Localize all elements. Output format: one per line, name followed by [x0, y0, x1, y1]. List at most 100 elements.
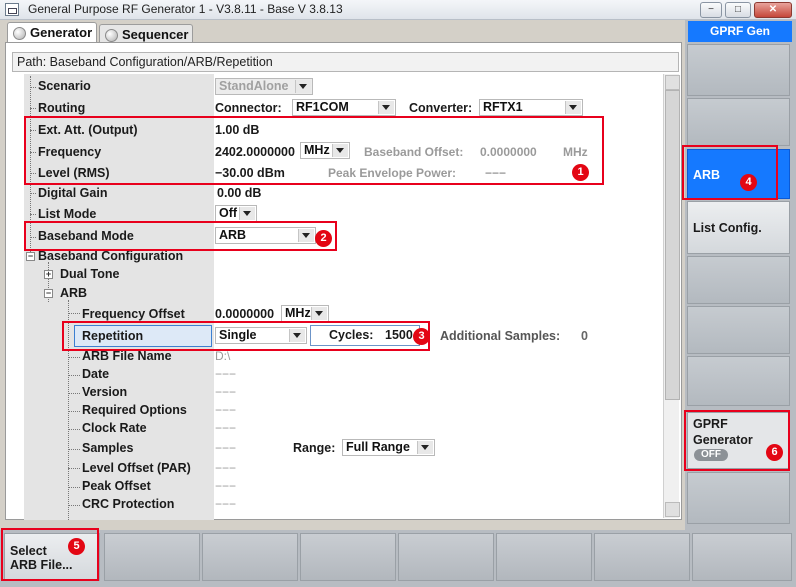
scenario-dropdown: StandAlone — [215, 78, 313, 95]
tab-generator[interactable]: Generator — [7, 22, 97, 42]
scroll-up-icon[interactable] — [665, 75, 680, 90]
softkey-empty-1[interactable] — [687, 44, 790, 96]
tree-line — [68, 375, 80, 376]
digital-gain-label: Digital Gain — [38, 186, 108, 200]
required-options-value: −−− — [215, 403, 237, 417]
annotation-box-2 — [24, 221, 337, 251]
collapse-icon[interactable]: − — [26, 252, 35, 261]
bottom-softkey-2[interactable] — [104, 533, 200, 581]
breadcrumb: Path: Baseband Configuration/ARB/Repetit… — [12, 52, 679, 72]
chevron-down-icon — [295, 80, 311, 93]
softkey-empty-3[interactable] — [687, 256, 790, 304]
path-label: Path: — [17, 55, 47, 69]
date-label: Date — [82, 367, 110, 381]
baseband-config-label: Baseband Configuration — [38, 249, 184, 263]
range-value: Full Range — [346, 440, 410, 454]
arb-file-name-value: D:\ — [215, 349, 231, 363]
minimize-button[interactable]: − — [700, 2, 722, 18]
annotation-badge-6: 6 — [766, 444, 783, 461]
tree-line — [68, 411, 80, 412]
annotation-box-3 — [62, 321, 430, 351]
scrollbar-thumb[interactable] — [665, 90, 680, 400]
bottom-softkey-5[interactable] — [398, 533, 494, 581]
level-offset-label: Level Offset (PAR) — [82, 461, 191, 475]
annotation-box-4 — [682, 145, 778, 200]
list-config-label: List Config. — [693, 221, 762, 235]
tab-sequencer[interactable]: Sequencer — [99, 24, 193, 44]
clock-rate-value: −−− — [215, 421, 237, 435]
softkey-empty-5[interactable] — [687, 356, 790, 406]
chevron-down-icon — [378, 101, 394, 114]
tree-line — [30, 193, 36, 194]
bottom-softkey-3[interactable] — [202, 533, 298, 581]
chevron-down-icon — [565, 101, 581, 114]
connector-dropdown[interactable]: RF1COM — [292, 99, 396, 116]
maximize-button[interactable]: □ — [725, 2, 751, 18]
peak-offset-label: Peak Offset — [82, 479, 151, 493]
tree-line — [68, 313, 80, 314]
version-label: Version — [82, 385, 128, 399]
additional-samples-value: 0 — [581, 329, 588, 343]
bottom-softkey-4[interactable] — [300, 533, 396, 581]
softkey-empty-2[interactable] — [687, 98, 790, 146]
tree-line — [68, 429, 80, 430]
bottom-softkey-7[interactable] — [594, 533, 690, 581]
tree-line — [68, 449, 80, 450]
routing-label: Routing — [38, 101, 86, 115]
dual-tone-label: Dual Tone — [60, 267, 120, 281]
tab-sequencer-label: Sequencer — [122, 27, 189, 42]
vertical-scrollbar[interactable] — [663, 74, 680, 518]
tree-line — [30, 108, 36, 109]
collapse-icon[interactable]: − — [44, 289, 53, 298]
close-button[interactable]: ✕ — [754, 2, 792, 18]
app-window-icon — [5, 3, 19, 16]
radio-dot-icon — [13, 27, 26, 40]
bottom-softkey-6[interactable] — [496, 533, 592, 581]
annotation-box-5 — [1, 528, 99, 581]
range-dropdown[interactable]: Full Range — [342, 439, 435, 456]
arb-file-name-label: ARB File Name — [82, 349, 172, 363]
tree-line — [68, 393, 80, 394]
crc-protection-label: CRC Protection — [82, 497, 175, 511]
window-title: General Purpose RF Generator 1 - V3.8.11… — [28, 2, 343, 16]
connector-label: Connector: — [215, 101, 282, 115]
frequency-offset-unit-dropdown[interactable]: MHz — [281, 305, 329, 322]
annotation-badge-5: 5 — [68, 538, 85, 555]
required-options-label: Required Options — [82, 403, 187, 417]
scenario-value: StandAlone — [219, 79, 289, 93]
tree-line — [68, 468, 80, 469]
annotation-badge-2: 2 — [315, 230, 332, 247]
bottom-softkey-8[interactable] — [692, 533, 792, 581]
annotation-box-1 — [24, 116, 604, 185]
converter-value: RFTX1 — [483, 100, 523, 114]
samples-value: −−− — [215, 441, 237, 455]
frequency-offset-unit-value: MHz — [285, 306, 311, 320]
scenario-label: Scenario — [38, 79, 91, 93]
arb-node-label: ARB — [60, 286, 88, 300]
softkey-empty-4[interactable] — [687, 306, 790, 354]
additional-samples-label: Additional Samples: — [440, 329, 561, 343]
annotation-badge-4: 4 — [740, 174, 757, 191]
list-mode-label: List Mode — [38, 207, 97, 221]
chevron-down-icon — [417, 441, 433, 454]
tree-line — [68, 505, 80, 506]
range-label: Range: — [293, 441, 336, 455]
path-value: Baseband Configuration/ARB/Repetition — [49, 55, 273, 69]
softkey-empty-6[interactable] — [687, 472, 790, 524]
chevron-down-icon — [239, 207, 255, 220]
tab-generator-label: Generator — [30, 25, 93, 40]
date-value: −−− — [215, 367, 237, 381]
connector-value: RF1COM — [296, 100, 349, 114]
converter-dropdown[interactable]: RFTX1 — [479, 99, 583, 116]
expand-icon[interactable]: + — [44, 270, 53, 279]
frequency-offset-value[interactable]: 0.0000000 — [215, 307, 274, 321]
chevron-down-icon — [311, 307, 327, 320]
scroll-down-icon[interactable] — [665, 502, 680, 517]
gprf-gen-header: GPRF Gen — [688, 21, 792, 42]
annotation-box-6 — [684, 410, 790, 471]
list-mode-dropdown[interactable]: Off — [215, 205, 257, 222]
digital-gain-value[interactable]: 0.00 dB — [217, 186, 261, 200]
version-value: −−− — [215, 385, 237, 399]
list-config-softkey[interactable]: List Config. — [687, 201, 790, 254]
peak-offset-value: −−− — [215, 479, 237, 493]
